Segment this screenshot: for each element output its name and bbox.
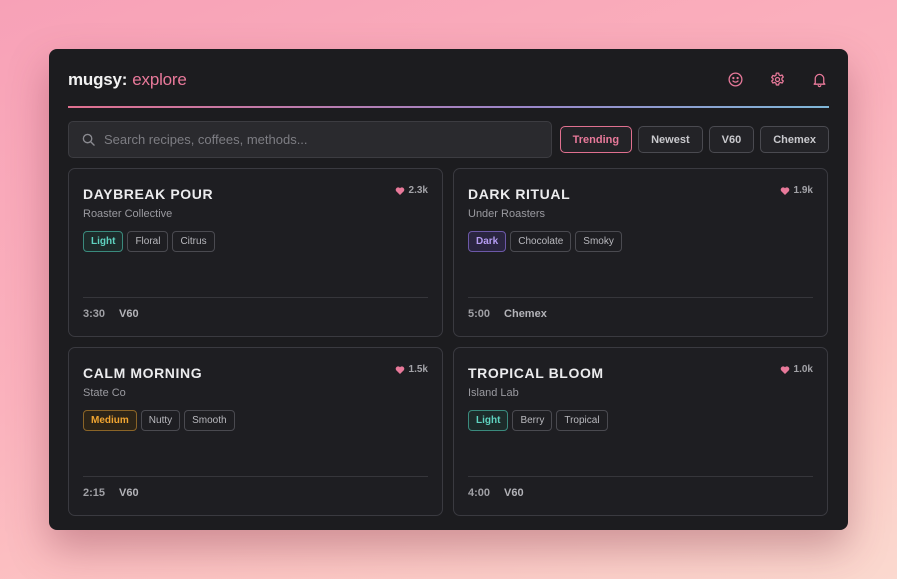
flavor-tag: Smoky xyxy=(575,231,622,252)
brew-time: 5:00 xyxy=(468,308,491,320)
app-title: mugsy: explore xyxy=(68,69,829,91)
brew-method: V60 xyxy=(119,308,139,320)
filter-trending[interactable]: Trending xyxy=(559,126,633,153)
tag-list: Light Berry Tropical xyxy=(468,410,608,431)
tag-list: Light Floral Citrus xyxy=(83,231,215,252)
search-icon xyxy=(82,133,95,146)
search-input[interactable] xyxy=(104,132,544,147)
card-divider xyxy=(83,297,428,298)
heart-icon xyxy=(780,186,789,195)
brand-name: mugsy: xyxy=(68,70,128,89)
flavor-tag: Nutty xyxy=(140,410,181,431)
card-footer: 5:00 Chemex xyxy=(468,308,547,320)
recipe-title: DARK RITUAL xyxy=(468,186,571,202)
flavor-tag: Berry xyxy=(512,410,553,431)
heart-icon xyxy=(395,365,404,374)
bell-icon[interactable] xyxy=(809,69,829,89)
like-count-value: 1.9k xyxy=(793,185,813,196)
brew-time: 3:30 xyxy=(83,308,106,320)
filter-chemex[interactable]: Chemex xyxy=(760,126,829,153)
smiley-icon[interactable] xyxy=(725,69,745,89)
like-count[interactable]: 1.0k xyxy=(780,364,813,375)
roast-tag: Light xyxy=(83,231,124,252)
header-actions xyxy=(725,69,829,89)
roaster-name: Island Lab xyxy=(468,387,519,399)
filter-chips: Trending Newest V60 Chemex xyxy=(559,126,829,153)
recipe-card[interactable]: DAYBREAK POUR Roaster Collective 2.3k Li… xyxy=(68,168,443,337)
like-count[interactable]: 1.5k xyxy=(395,364,428,375)
roast-tag: Light xyxy=(468,410,509,431)
search-bar[interactable] xyxy=(68,121,552,158)
brew-method: V60 xyxy=(119,487,139,499)
roaster-name: Roaster Collective xyxy=(83,208,173,220)
section-name: explore xyxy=(132,70,187,89)
header-divider xyxy=(68,106,829,108)
recipe-title: TROPICAL BLOOM xyxy=(468,365,604,381)
filter-v60[interactable]: V60 xyxy=(708,126,755,153)
card-divider xyxy=(83,476,428,477)
like-count-value: 1.0k xyxy=(793,364,813,375)
roast-tag: Medium xyxy=(83,410,137,431)
card-divider xyxy=(468,476,813,477)
flavor-tag: Floral xyxy=(127,231,169,252)
brew-method: V60 xyxy=(504,487,524,499)
heart-icon xyxy=(780,365,789,374)
recipe-card[interactable]: DARK RITUAL Under Roasters 1.9k Dark Cho… xyxy=(453,168,828,337)
like-count[interactable]: 1.9k xyxy=(780,185,813,196)
recipe-card[interactable]: TROPICAL BLOOM Island Lab 1.0k Light Ber… xyxy=(453,347,828,516)
flavor-tag: Tropical xyxy=(556,410,608,431)
flavor-tag: Chocolate xyxy=(510,231,572,252)
recipe-title: CALM MORNING xyxy=(83,365,203,381)
filter-newest[interactable]: Newest xyxy=(638,126,703,153)
roast-tag: Dark xyxy=(468,231,507,252)
like-count-value: 1.5k xyxy=(408,364,428,375)
roaster-name: State Co xyxy=(83,387,126,399)
heart-icon xyxy=(395,186,404,195)
flavor-tag: Smooth xyxy=(184,410,235,431)
header: mugsy: explore xyxy=(68,69,829,91)
like-count-value: 2.3k xyxy=(408,185,428,196)
recipe-title: DAYBREAK POUR xyxy=(83,186,214,202)
brew-time: 4:00 xyxy=(468,487,491,499)
flavor-tag: Citrus xyxy=(172,231,215,252)
card-footer: 3:30 V60 xyxy=(83,308,139,320)
recipe-card[interactable]: CALM MORNING State Co 1.5k Medium Nutty … xyxy=(68,347,443,516)
tag-list: Medium Nutty Smooth xyxy=(83,410,235,431)
recipe-grid: DAYBREAK POUR Roaster Collective 2.3k Li… xyxy=(68,168,828,517)
roaster-name: Under Roasters xyxy=(468,208,546,220)
brew-time: 2:15 xyxy=(83,487,106,499)
app-window: mugsy: explore Search recipes, coffees, … xyxy=(49,49,848,530)
like-count[interactable]: 2.3k xyxy=(395,185,428,196)
card-footer: 2:15 V60 xyxy=(83,487,139,499)
tag-list: Dark Chocolate Smoky xyxy=(468,231,622,252)
card-footer: 4:00 V60 xyxy=(468,487,524,499)
card-divider xyxy=(468,297,813,298)
brew-method: Chemex xyxy=(504,308,547,320)
gear-icon[interactable] xyxy=(767,69,787,89)
